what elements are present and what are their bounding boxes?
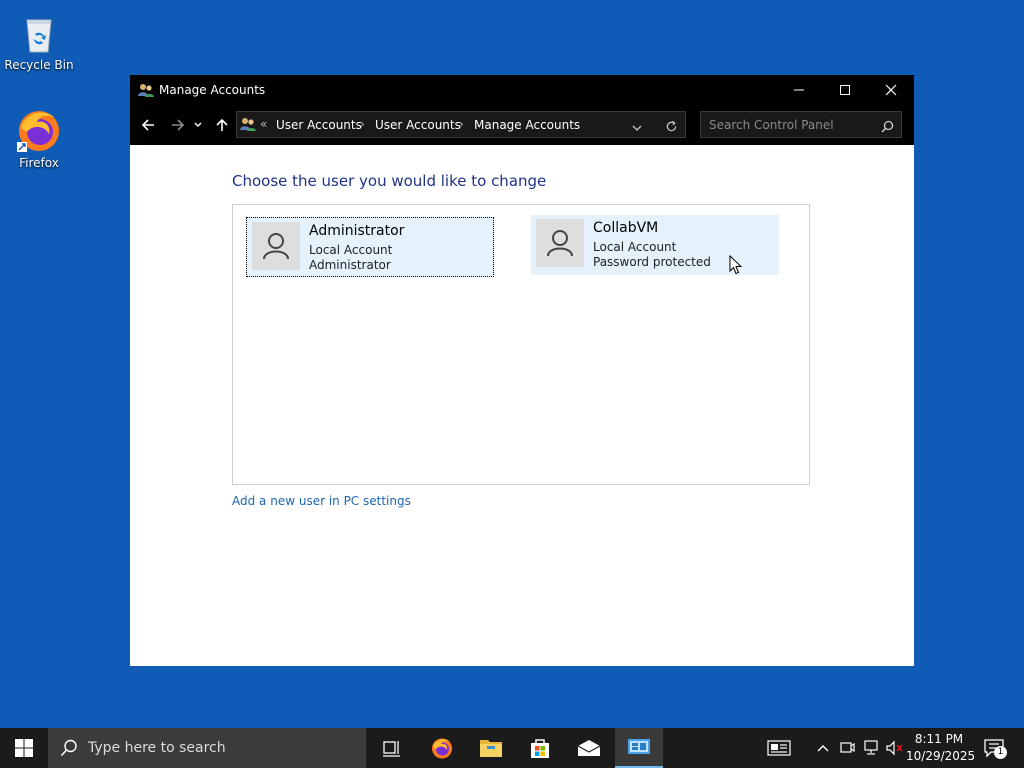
news-widget-button[interactable] bbox=[762, 728, 796, 768]
arrow-up-icon bbox=[216, 118, 228, 131]
clock-date: 10/29/2025 bbox=[906, 749, 976, 763]
breadcrumb-user-accounts-2[interactable]: User Accounts bbox=[375, 118, 461, 132]
firefox-icon bbox=[432, 738, 452, 759]
taskbar-control-panel[interactable] bbox=[615, 728, 663, 768]
user-accounts-icon bbox=[138, 82, 154, 98]
start-button[interactable] bbox=[0, 728, 48, 768]
manage-accounts-window: Manage Accounts « User Accounts › User A… bbox=[130, 75, 914, 666]
clock-time: 8:11 PM bbox=[914, 732, 964, 746]
taskbar: Type here to search 8:11 PM 10/29/2025 1 bbox=[0, 728, 1024, 768]
close-button[interactable] bbox=[868, 75, 914, 105]
page-heading: Choose the user you would like to change bbox=[232, 172, 547, 190]
microsoft-store-icon bbox=[531, 739, 549, 758]
volume-muted-icon bbox=[886, 740, 903, 756]
taskbar-microsoft-store[interactable] bbox=[516, 728, 564, 768]
taskbar-search-placeholder: Type here to search bbox=[88, 740, 226, 756]
breadcrumb-separator[interactable]: › bbox=[459, 117, 464, 131]
file-explorer-icon bbox=[480, 740, 502, 757]
firefox-icon bbox=[15, 106, 63, 154]
news-icon bbox=[767, 740, 791, 756]
close-icon bbox=[885, 84, 897, 96]
user-avatar-icon bbox=[252, 222, 300, 270]
task-view-icon bbox=[383, 741, 400, 757]
task-view-button[interactable] bbox=[368, 728, 416, 768]
taskbar-mail[interactable] bbox=[565, 728, 613, 768]
window-title: Manage Accounts bbox=[159, 83, 266, 97]
chevron-up-icon bbox=[817, 745, 829, 752]
taskbar-clock[interactable]: 8:11 PM 10/29/2025 bbox=[906, 731, 976, 765]
recent-locations-button[interactable] bbox=[190, 111, 206, 139]
search-field[interactable]: Search Control Panel bbox=[700, 111, 902, 138]
taskbar-firefox[interactable] bbox=[418, 728, 466, 768]
maximize-button[interactable] bbox=[822, 75, 868, 105]
notification-center-button[interactable]: 1 bbox=[978, 728, 1010, 768]
account-status: Password protected bbox=[593, 255, 711, 269]
breadcrumb-overflow[interactable]: « bbox=[260, 117, 267, 131]
network-button[interactable] bbox=[861, 728, 881, 768]
minimize-icon bbox=[794, 89, 804, 91]
firefox-label: Firefox bbox=[19, 156, 59, 170]
minimize-button[interactable] bbox=[776, 75, 822, 105]
navigation-bar: « User Accounts › User Accounts › Manage… bbox=[130, 105, 914, 145]
show-hidden-icons-button[interactable] bbox=[814, 728, 832, 768]
back-button[interactable] bbox=[136, 111, 160, 139]
arrow-left-icon bbox=[141, 119, 154, 131]
arrow-right-icon bbox=[172, 119, 185, 131]
search-icon[interactable] bbox=[881, 118, 894, 137]
refresh-button[interactable] bbox=[665, 118, 678, 137]
mouse-cursor-icon bbox=[729, 254, 743, 275]
recycle-bin-label: Recycle Bin bbox=[4, 58, 74, 72]
breadcrumb-separator[interactable]: › bbox=[360, 117, 365, 131]
desktop-icon-recycle-bin[interactable]: Recycle Bin bbox=[0, 8, 78, 72]
taskbar-search-box[interactable]: Type here to search bbox=[48, 728, 366, 768]
volume-button[interactable] bbox=[884, 728, 906, 768]
refresh-icon bbox=[666, 120, 677, 132]
search-icon bbox=[60, 739, 78, 761]
notification-count-badge: 1 bbox=[994, 746, 1007, 759]
user-accounts-icon bbox=[240, 116, 256, 132]
account-name: Administrator bbox=[309, 223, 405, 239]
account-role: Administrator bbox=[309, 258, 391, 272]
maximize-icon bbox=[840, 85, 850, 95]
address-bar[interactable]: « User Accounts › User Accounts › Manage… bbox=[236, 111, 686, 138]
breadcrumb-manage-accounts[interactable]: Manage Accounts bbox=[474, 118, 580, 132]
account-tile-administrator[interactable]: Administrator Local Account Administrato… bbox=[246, 217, 494, 277]
taskbar-file-explorer[interactable] bbox=[467, 728, 515, 768]
chevron-down-icon bbox=[194, 122, 202, 127]
account-type: Local Account bbox=[593, 240, 677, 254]
mail-icon bbox=[577, 740, 601, 756]
desktop-icon-firefox[interactable]: Firefox bbox=[0, 106, 78, 170]
webcam-icon bbox=[840, 742, 855, 753]
notification-icon: 1 bbox=[983, 738, 1007, 759]
title-bar[interactable]: Manage Accounts bbox=[130, 75, 914, 105]
windows-logo-icon bbox=[15, 739, 33, 757]
user-avatar-icon bbox=[536, 219, 584, 267]
accounts-panel: Administrator Local Account Administrato… bbox=[232, 204, 810, 485]
content-area: Choose the user you would like to change… bbox=[130, 148, 914, 666]
address-dropdown-button[interactable] bbox=[631, 119, 643, 138]
add-new-user-link[interactable]: Add a new user in PC settings bbox=[232, 494, 411, 508]
search-placeholder: Search Control Panel bbox=[709, 118, 834, 132]
forward-button[interactable] bbox=[166, 111, 190, 139]
tray-app-button[interactable] bbox=[837, 728, 857, 768]
up-button[interactable] bbox=[210, 111, 234, 139]
chevron-down-icon bbox=[632, 125, 642, 131]
control-panel-icon bbox=[628, 739, 650, 754]
account-name: CollabVM bbox=[593, 220, 659, 236]
recycle-bin-icon bbox=[15, 8, 63, 56]
account-type: Local Account bbox=[309, 243, 393, 257]
breadcrumb-user-accounts-1[interactable]: User Accounts bbox=[276, 118, 362, 132]
network-icon bbox=[864, 740, 878, 755]
